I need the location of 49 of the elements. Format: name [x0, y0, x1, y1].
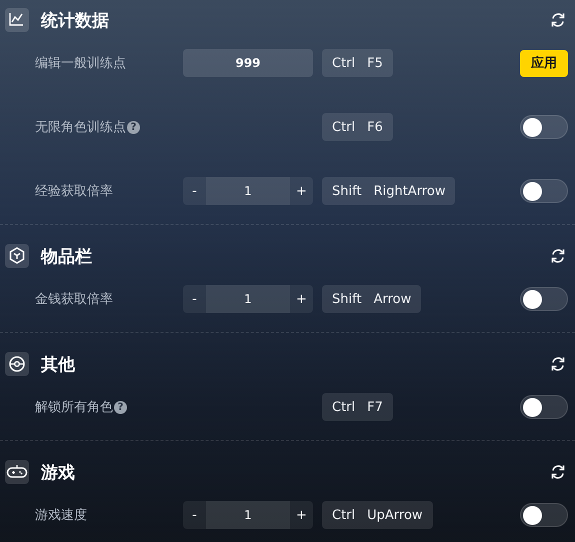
key-label: Arrow: [374, 292, 412, 306]
increment-button[interactable]: +: [290, 177, 313, 205]
section-title: 物品栏: [41, 246, 92, 268]
apply-button[interactable]: 应用: [520, 50, 568, 76]
setting-label: 经验获取倍率: [35, 183, 113, 200]
gamepad-icon: [5, 460, 29, 484]
refresh-icon[interactable]: [550, 356, 566, 372]
hotkey-chip[interactable]: Ctrl F6: [322, 113, 393, 141]
key-label: Ctrl: [332, 56, 356, 70]
key-label: Shift: [332, 184, 362, 198]
setting-label: 编辑一般训练点: [35, 55, 126, 72]
key-label: RightArrow: [374, 184, 446, 198]
refresh-icon[interactable]: [550, 464, 566, 480]
toggle-switch[interactable]: [520, 503, 568, 527]
decrement-button[interactable]: -: [183, 501, 206, 529]
key-label: Shift: [332, 292, 362, 306]
hotkey-chip[interactable]: Ctrl F7: [322, 393, 393, 421]
decrement-button[interactable]: -: [183, 177, 206, 205]
increment-button[interactable]: +: [290, 285, 313, 313]
section-title: 统计数据: [41, 10, 109, 32]
toggle-switch[interactable]: [520, 287, 568, 311]
key-label: F7: [367, 400, 383, 414]
setting-label: 金钱获取倍率: [35, 291, 113, 308]
hotkey-chip[interactable]: Shift RightArrow: [322, 177, 456, 205]
section-title: 游戏: [41, 462, 75, 484]
hotkey-chip[interactable]: Ctrl UpArrow: [322, 501, 433, 529]
key-label: Ctrl: [332, 400, 356, 414]
decrement-button[interactable]: -: [183, 285, 206, 313]
section-title: 其他: [41, 354, 75, 376]
key-label: F6: [367, 120, 383, 134]
key-label: F5: [367, 56, 383, 70]
hotkey-chip[interactable]: Ctrl F5: [322, 49, 393, 77]
toggle-switch[interactable]: [520, 179, 568, 203]
increment-button[interactable]: +: [290, 501, 313, 529]
setting-label: 无限角色训练点: [35, 119, 126, 136]
toggle-switch[interactable]: [520, 395, 568, 419]
chart-icon: [5, 8, 29, 32]
cube-icon: [5, 244, 29, 268]
key-label: Ctrl: [332, 120, 356, 134]
key-label: UpArrow: [367, 508, 423, 522]
key-label: Ctrl: [332, 508, 356, 522]
refresh-icon[interactable]: [550, 12, 566, 28]
help-icon[interactable]: ?: [114, 400, 127, 414]
refresh-icon[interactable]: [550, 248, 566, 264]
hotkey-chip[interactable]: Shift Arrow: [322, 285, 422, 313]
setting-label: 游戏速度: [35, 507, 87, 524]
help-icon[interactable]: ?: [127, 120, 140, 134]
toggle-switch[interactable]: [520, 115, 568, 139]
setting-label: 解锁所有角色: [35, 399, 113, 416]
